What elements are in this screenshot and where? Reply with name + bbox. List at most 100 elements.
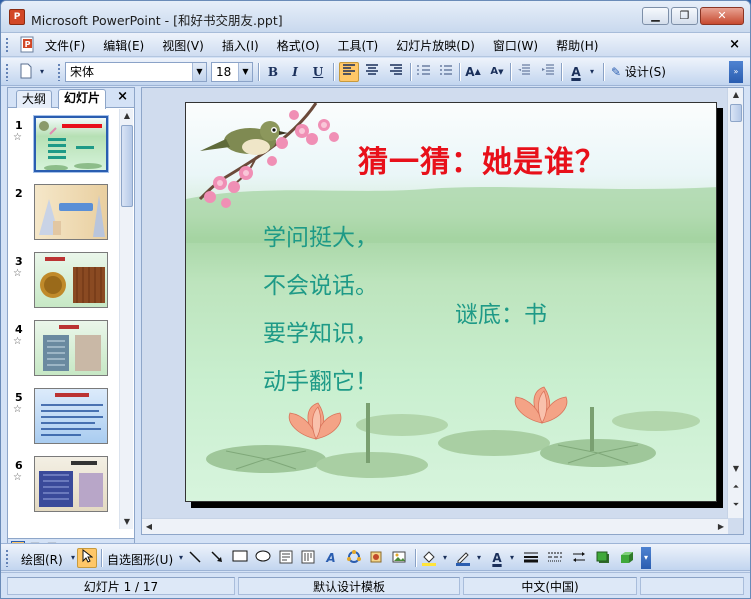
line-tool-icon[interactable] [187,550,203,566]
decrease-font-size-icon[interactable]: A▼ [488,63,506,81]
restore-button[interactable]: ❐ [671,7,698,25]
minimize-button[interactable]: ▁ [642,7,669,25]
powerpoint-app-icon[interactable]: P [9,9,25,25]
font-color-dropdown-icon[interactable]: ▾ [587,63,597,81]
slide-thumbnail-row[interactable]: 3 ☆ [8,251,118,315]
slide-title[interactable]: 猜一猜：她是谁？ [358,137,606,181]
menu-insert[interactable]: 插入(I) [222,37,259,54]
menu-help[interactable]: 帮助(H) [556,37,598,54]
riddle-line-1[interactable]: 学问挺大， [263,218,378,252]
3d-style-icon[interactable] [619,550,635,566]
drawing-toolbar-overflow-icon[interactable]: ▾ [641,547,651,569]
fill-color-icon[interactable] [421,550,437,566]
format-grip-handle[interactable] [57,63,61,81]
dash-style-icon[interactable] [547,550,563,566]
vertical-text-box-icon[interactable] [300,550,316,566]
tab-slides[interactable]: 幻灯片 [58,89,107,109]
line-style-icon[interactable] [523,550,539,566]
slide-thumbnail-image[interactable] [34,388,108,444]
align-right-icon[interactable] [387,63,405,81]
align-center-icon[interactable] [363,63,381,81]
slide-thumbnail-image[interactable] [34,320,108,376]
toolbar-grip-handle[interactable] [5,63,9,81]
slide-horizontal-scrollbar[interactable]: ◀ ▶ [142,518,728,534]
slide-thumbnail-row[interactable]: 4 ☆ [8,319,118,383]
slide-thumbnail-image[interactable] [34,116,108,172]
autoshapes-menu-button[interactable]: 自选图形(U) [107,551,173,568]
arrow-style-icon[interactable] [571,550,587,566]
arrow-tool-icon[interactable] [209,550,225,566]
menu-format[interactable]: 格式(O) [277,37,320,54]
line-color-dropdown-icon[interactable]: ▾ [475,550,483,566]
riddle-line-3[interactable]: 要学知识， [263,314,378,348]
increase-indent-icon[interactable] [539,63,557,81]
select-objects-cursor-icon[interactable] [77,548,97,568]
italic-button[interactable]: I [286,63,304,81]
scroll-up-arrow-icon[interactable]: ▲ [120,109,134,123]
slide-thumbnail-row[interactable]: 5 ☆ [8,387,118,451]
font-name-dropdown-icon[interactable]: ▼ [192,63,206,81]
toolbar-options-chevron-icon[interactable]: ▾ [37,63,47,81]
menu-window[interactable]: 窗口(W) [493,37,538,54]
menu-file[interactable]: 文件(F) [45,37,85,54]
next-slide-icon[interactable]: ⏷ [729,498,743,512]
underline-button[interactable]: U [309,63,327,81]
close-document-button[interactable]: × [729,37,740,52]
font-size-select[interactable]: 18 ▼ [211,62,253,82]
slide-thumbnail-row[interactable]: 1 ☆ [8,115,118,179]
design-button[interactable]: ✎ 设计(S) [611,63,666,81]
riddle-line-4[interactable]: 动手翻它！ [263,362,378,396]
numbered-list-icon[interactable] [415,63,433,81]
riddle-line-2[interactable]: 不会说话。 [263,266,378,300]
thumbnails-scrollbar[interactable]: ▲ ▼ [119,109,133,529]
wordart-icon[interactable]: A [323,550,339,566]
slide-thumbnail-image[interactable] [34,184,108,240]
clip-art-icon[interactable] [368,550,384,566]
tab-outline[interactable]: 大纲 [16,90,53,108]
bulleted-list-icon[interactable] [437,63,455,81]
close-window-button[interactable]: ✕ [700,7,744,25]
scroll-right-arrow-icon[interactable]: ▶ [714,520,728,534]
text-box-tool-icon[interactable] [278,550,294,566]
menu-slideshow[interactable]: 幻灯片放映(D) [396,37,475,54]
menu-tools[interactable]: 工具(T) [338,37,379,54]
bold-button[interactable]: B [264,63,282,81]
new-document-icon[interactable] [17,63,35,81]
scroll-left-arrow-icon[interactable]: ◀ [142,520,156,534]
rectangle-tool-icon[interactable] [232,550,248,566]
menu-view[interactable]: 视图(V) [162,37,204,54]
oval-tool-icon[interactable] [255,550,271,566]
slide-thumbnail-image[interactable] [34,456,108,512]
previous-slide-icon[interactable]: ⏶ [729,480,743,494]
menu-edit[interactable]: 编辑(E) [103,37,144,54]
increase-font-size-icon[interactable]: A▲ [464,63,482,81]
toolbar-overflow-chevron-icon[interactable]: » [729,61,743,83]
draw-menu-button[interactable]: 绘图(R) [21,551,63,568]
slide-vertical-scrollbar[interactable]: ▲ ▼ ⏶ ⏷ [727,88,743,518]
drawing-font-color-icon[interactable]: A [489,550,505,566]
decrease-indent-icon[interactable] [515,63,533,81]
slide-thumbnail-row[interactable]: 6 ☆ [8,455,118,519]
fill-color-dropdown-icon[interactable]: ▾ [441,550,449,566]
slide-thumbnail-image[interactable] [34,252,108,308]
drawing-font-color-dropdown-icon[interactable]: ▾ [508,550,516,566]
insert-picture-icon[interactable] [391,550,407,566]
font-size-dropdown-icon[interactable]: ▼ [238,63,252,81]
font-color-icon[interactable]: A [567,63,585,81]
shadow-style-icon[interactable] [595,550,611,566]
scroll-down-arrow-icon[interactable]: ▼ [120,515,134,529]
align-left-icon[interactable] [339,62,359,82]
scrollbar-thumb[interactable] [121,125,133,207]
drawing-grip-handle[interactable] [5,549,9,567]
document-icon[interactable]: P [19,36,37,54]
scroll-up-arrow-icon[interactable]: ▲ [729,88,743,102]
slide-thumbnail-row[interactable]: 2 [8,183,118,247]
font-name-select[interactable]: 宋体 ▼ [65,62,207,82]
scroll-down-arrow-icon[interactable]: ▼ [729,462,743,476]
line-color-icon[interactable] [455,550,471,566]
close-pane-button[interactable]: × [117,89,128,104]
riddle-answer[interactable]: 谜底：书 [455,295,547,329]
diagram-icon[interactable] [346,550,362,566]
current-slide[interactable]: 猜一猜：她是谁？ 学问挺大， 不会说话。 要学知识， 动手翻它！ 谜底：书 [185,102,717,502]
scrollbar-thumb[interactable] [730,104,742,122]
